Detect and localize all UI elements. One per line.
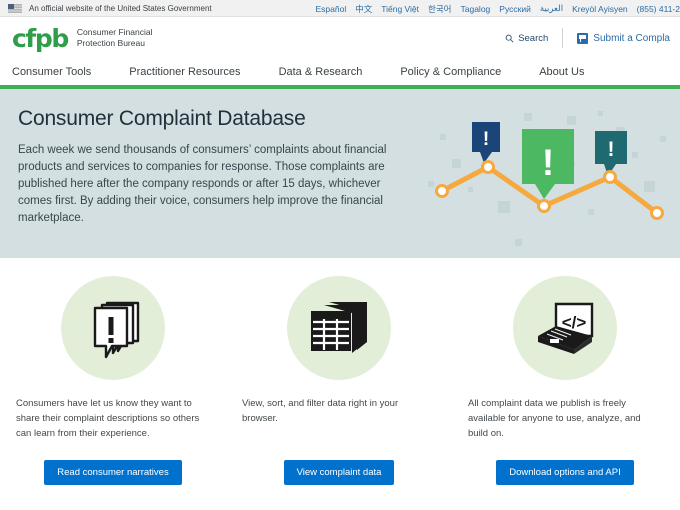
nav-item-data-research[interactable]: Data & Research <box>279 66 391 78</box>
view-complaint-data-button[interactable]: View complaint data <box>284 460 395 485</box>
complaint-bubble-navy: ! <box>472 122 500 163</box>
download-options-api-button[interactable]: Download options and API <box>496 460 633 485</box>
laptop-code-icon: </> <box>530 298 600 358</box>
lang-link-espanol[interactable]: Español <box>315 4 346 14</box>
phone-number[interactable]: (855) 411-2 <box>637 4 680 14</box>
read-consumer-narratives-button[interactable]: Read consumer narratives <box>44 460 181 485</box>
search-icon <box>505 34 514 43</box>
logo-text-line-2: Protection Bureau <box>77 38 145 48</box>
cfpb-logo[interactable]: cfpb Consumer Financial Protection Burea… <box>12 26 152 51</box>
lang-link-korean[interactable]: 한국어 <box>428 3 451 15</box>
usa-official-banner: An official website of the United States… <box>0 0 680 17</box>
svg-text:!: ! <box>542 142 554 183</box>
card-description: View, sort, and filter data right in you… <box>242 396 436 444</box>
nav-item-practitioner-resources[interactable]: Practitioner Resources <box>129 66 268 78</box>
lang-link-chinese[interactable]: 中文 <box>355 3 372 15</box>
masthead-actions: Search Submit a Compla <box>491 17 680 59</box>
complaint-trend-illustration: ! ! ! <box>420 89 680 258</box>
card-download-api: </> All complaint data we publish is fre… <box>452 276 678 503</box>
us-flag-icon <box>8 4 22 13</box>
complaint-bubble-teal: ! <box>595 131 627 176</box>
hero-copy: Consumer Complaint Database Each week we… <box>0 89 420 258</box>
card-consumer-narratives: Consumers have let us know they want to … <box>0 276 226 503</box>
masthead: cfpb Consumer Financial Protection Burea… <box>0 17 680 59</box>
card-description: Consumers have let us know they want to … <box>16 396 210 444</box>
lang-link-vietnamese[interactable]: Tiếng Việt <box>381 4 419 14</box>
search-button[interactable]: Search <box>491 28 563 48</box>
card-icon-circle <box>287 276 391 380</box>
svg-text:!: ! <box>483 129 489 150</box>
card-icon-circle: </> <box>513 276 617 380</box>
speech-bubbles-stack-icon <box>80 295 146 361</box>
lang-link-russian[interactable]: Русский <box>499 4 531 14</box>
card-button-row: Read consumer narratives <box>16 444 210 485</box>
data-table-stack-icon <box>305 298 373 358</box>
cfpb-logo-text: Consumer Financial Protection Bureau <box>77 27 153 50</box>
complaint-icon <box>577 33 588 44</box>
svg-text:!: ! <box>608 138 615 161</box>
logo-text-line-1: Consumer Financial <box>77 27 153 37</box>
page-title: Consumer Complaint Database <box>18 107 420 131</box>
language-links[interactable]: Español 中文 Tiếng Việt 한국어 Tagalog Русски… <box>315 0 680 17</box>
card-button-row: Download options and API <box>468 444 662 485</box>
lang-link-haitian-creole[interactable]: Kreyòl Ayisyen <box>572 4 628 14</box>
card-button-row: View complaint data <box>242 444 436 485</box>
lang-link-tagalog[interactable]: Tagalog <box>461 4 491 14</box>
hero-section: Consumer Complaint Database Each week we… <box>0 89 680 258</box>
card-icon-circle <box>61 276 165 380</box>
nav-item-about-us[interactable]: About Us <box>539 66 612 78</box>
card-description: All complaint data we publish is freely … <box>468 396 662 444</box>
submit-complaint-label: Submit a Compla <box>593 33 670 44</box>
search-label: Search <box>518 33 548 44</box>
cfpb-logo-mark: cfpb <box>12 26 68 51</box>
hero-illustration: ! ! ! <box>420 89 680 258</box>
nav-item-policy-compliance[interactable]: Policy & Compliance <box>400 66 529 78</box>
main-navigation: Consumer Tools Practitioner Resources Da… <box>0 59 680 89</box>
complaint-bubble-green: ! <box>522 129 574 199</box>
lang-link-arabic[interactable]: العربية <box>540 3 563 14</box>
hero-description: Each week we send thousands of consumers… <box>18 142 393 226</box>
feature-cards: Consumers have let us know they want to … <box>0 258 680 503</box>
submit-complaint-button[interactable]: Submit a Compla <box>563 33 680 44</box>
card-view-data: View, sort, and filter data right in you… <box>226 276 452 503</box>
nav-item-consumer-tools[interactable]: Consumer Tools <box>12 66 119 78</box>
banner-text: An official website of the United States… <box>29 4 212 13</box>
